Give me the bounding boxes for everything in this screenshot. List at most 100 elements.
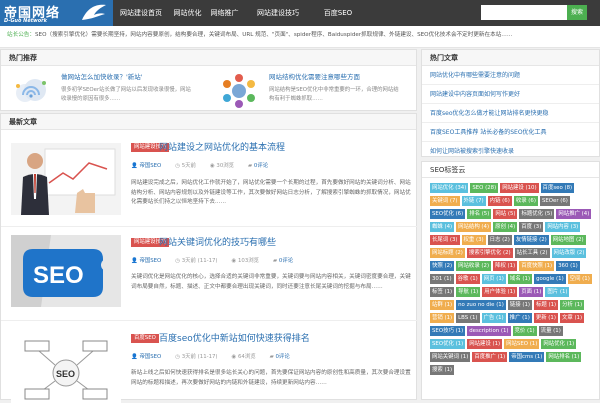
tag-link[interactable]: 网站排名 (1) — [546, 352, 582, 362]
tag-link[interactable]: 标题 (1) — [533, 300, 559, 310]
tag-link[interactable]: 网站关键词 (1) — [430, 352, 471, 362]
sidebar-link[interactable]: 如何让网站被搜索引擎快速收录 — [422, 142, 599, 161]
tag-link[interactable]: 空间 (1) — [567, 274, 592, 284]
tag-link[interactable]: SEO优化 (1) — [430, 339, 466, 349]
tag-link[interactable]: 百度快照 (1) — [519, 261, 555, 271]
tag-link[interactable]: SEOer (6) — [539, 196, 570, 206]
tag-link[interactable]: LBS (1) — [456, 313, 480, 323]
post-category-badge[interactable]: 百度SEO — [131, 334, 159, 343]
tag-link[interactable]: description (1) — [467, 326, 511, 336]
tag-link[interactable]: 网站优化 (1) — [541, 339, 577, 349]
tag-link[interactable]: 标签 (1) — [430, 287, 455, 297]
tag-link[interactable]: 更新 (1) — [533, 313, 558, 323]
tag-link[interactable]: 网站收录 (2) — [456, 261, 492, 271]
tag-link[interactable]: 原创 (4) — [493, 222, 518, 232]
tag-link[interactable]: 日志 (2) — [487, 235, 512, 245]
sidebar-link[interactable]: 百度SEO工具推荐 站长必备的SEO优化工具 — [422, 123, 599, 142]
tag-link[interactable]: 网站改版 (2) — [551, 248, 587, 258]
nav-item-optimize[interactable]: 网站优化 — [169, 0, 206, 26]
tag-link[interactable]: 帝国cms (1) — [509, 352, 545, 362]
tag-link[interactable]: google (1) — [534, 274, 566, 284]
tag-link[interactable]: 降权 (1) — [493, 261, 518, 271]
post-thumbnail[interactable]: SEO — [11, 331, 121, 403]
tag-link[interactable]: 导航 (1) — [456, 287, 481, 297]
hot-item-title[interactable]: 网站结构优化需要注意哪些方面 — [269, 71, 360, 81]
post-comments[interactable]: ▰ 0评论 — [270, 352, 290, 360]
tag-link[interactable]: SEO优化 (6) — [430, 209, 466, 219]
post-thumbnail[interactable] — [11, 143, 121, 215]
post-title[interactable]: 百度seo优化中新站如何快速获得排名 — [159, 331, 310, 344]
tag-link[interactable]: 网站 (5) — [493, 209, 518, 219]
tag-link[interactable]: 网站建设 (1) — [467, 339, 503, 349]
tag-link[interactable]: 流量 (1) — [538, 326, 563, 336]
tag-link[interactable]: 网站建设 (10) — [500, 183, 539, 193]
tag-link[interactable]: 广告 (1) — [481, 313, 506, 323]
tag-link[interactable]: 网站优化 (34) — [430, 183, 469, 193]
nav-item-seo[interactable]: 百度SEO — [313, 0, 363, 26]
tag-link[interactable]: 内链 (6) — [487, 196, 512, 206]
tag-link[interactable]: 百度seo (8) — [540, 183, 575, 193]
tag-link[interactable]: 网站推广 (4) — [556, 209, 592, 219]
logo-bird-icon — [82, 4, 106, 20]
tag-link[interactable]: 网站SEO (1) — [504, 339, 540, 349]
tag-link[interactable]: 360 (1) — [556, 261, 580, 271]
tag-link[interactable]: 搜索引擎优化 (2) — [466, 248, 513, 258]
tag-link[interactable]: 营销 (1) — [430, 313, 455, 323]
tag-link[interactable]: 网页 (1) — [481, 274, 506, 284]
search-button[interactable]: 搜索 — [567, 5, 587, 20]
tag-link[interactable]: 收录 (6) — [513, 196, 538, 206]
tag-link[interactable]: 网站地图 (2) — [550, 235, 586, 245]
tag-link[interactable]: 竞价 (1) — [512, 326, 537, 336]
tag-link[interactable]: 301 (1) — [430, 274, 454, 284]
tag-link[interactable]: 图片 (1) — [545, 287, 570, 297]
tag-link[interactable]: 网站标题 (2) — [430, 248, 465, 258]
tag-link[interactable]: 百度推广 (1) — [472, 352, 508, 362]
nav-item-tips[interactable]: 网站建设技巧 — [243, 0, 313, 26]
tag-link[interactable]: 权重 (3) — [461, 235, 486, 245]
sidebar-link[interactable]: 百度seo优化怎么做才能让网站排名更快更稳 — [422, 104, 599, 123]
tag-link[interactable]: 域名 (1) — [507, 274, 533, 284]
post-comments[interactable]: ▰ 0评论 — [248, 161, 268, 169]
tag-link[interactable]: 长尾词 (3) — [430, 235, 460, 245]
tag-link[interactable]: 关键词 (7) — [430, 196, 460, 206]
post-title[interactable]: 网站建设之网站优化的基本流程 — [159, 140, 285, 153]
tag-link[interactable]: 站长工具 (2) — [514, 248, 550, 258]
tag-link[interactable]: SEO技巧 (1) — [430, 326, 466, 336]
hot-item[interactable]: 网站结构优化需要注意哪些方面 网站结构是SEO优化中非常重要的一环，合理的网站结… — [209, 67, 417, 117]
tag-link[interactable]: 网站内容 (3) — [545, 222, 581, 232]
tag-link[interactable]: 搜索 (1) — [430, 365, 455, 375]
tag-link[interactable]: 排名 (5) — [467, 209, 492, 219]
tag-link[interactable]: 用户体验 (1) — [482, 287, 518, 297]
post-item: 网站建设技巧 网站建设之网站优化的基本流程 👤 帝国SEO ◷ 5天前 ◉ 30… — [1, 131, 418, 227]
tag-link[interactable]: 推广 (1) — [507, 313, 532, 323]
hot-item-desc: 很多初学SEOer站长做了网站以后发现收录很慢，网站收录慢的原因有很多…… — [61, 87, 191, 102]
tag-link[interactable]: 文章 (1) — [559, 313, 585, 323]
post-thumbnail[interactable]: SEO — [11, 235, 121, 307]
post-comments[interactable]: ▰ 0评论 — [273, 256, 293, 264]
search-input[interactable] — [481, 5, 567, 20]
tag-link[interactable]: 友情链接 (2) — [513, 235, 549, 245]
tag-link[interactable]: 分析 (1) — [560, 300, 585, 310]
site-logo[interactable]: 帝国网络 D-Guo Network — [0, 0, 113, 26]
tag-link[interactable]: 外链 (7) — [461, 196, 486, 206]
post-title[interactable]: 网站关键词优化的技巧有哪些 — [159, 235, 276, 248]
tag-link[interactable]: 页面 (1) — [519, 287, 544, 297]
tag-link[interactable]: 百度 (3) — [519, 222, 544, 232]
tag-link[interactable]: 网站结构 (4) — [456, 222, 492, 232]
tag-link[interactable]: 链接 (1) — [507, 300, 532, 310]
nav-item-promote[interactable]: 网络推广 — [206, 0, 243, 26]
tag-link[interactable]: 快照 (2) — [430, 261, 455, 271]
tag-link[interactable]: 蜘蛛 (4) — [430, 222, 455, 232]
sidebar-link[interactable]: 网站建设中内容页面如何写作更好 — [422, 85, 599, 104]
sidebar-link[interactable]: 网站优化中有哪些需要注意的问题 — [422, 66, 599, 85]
nav-item-home[interactable]: 网站建设首页 — [113, 0, 169, 26]
sidebar-recommend-title: 热门文章 — [422, 50, 599, 66]
tag-link[interactable]: 标题优化 (5) — [519, 209, 555, 219]
tag-cloud-title: SEO标签云 — [422, 162, 599, 178]
tag-link[interactable]: 谷歌 (1) — [455, 274, 480, 284]
tag-link[interactable]: 站群 (1) — [430, 300, 455, 310]
hot-item-title[interactable]: 做网站怎么加快收录？'新站' — [61, 71, 143, 81]
tag-link[interactable]: SEO (28) — [470, 183, 499, 193]
tag-link[interactable]: no zuo no die (1) — [456, 300, 506, 310]
hot-item[interactable]: 做网站怎么加快收录？'新站' 很多初学SEOer站长做了网站以后发现收录很慢，网… — [1, 67, 206, 117]
